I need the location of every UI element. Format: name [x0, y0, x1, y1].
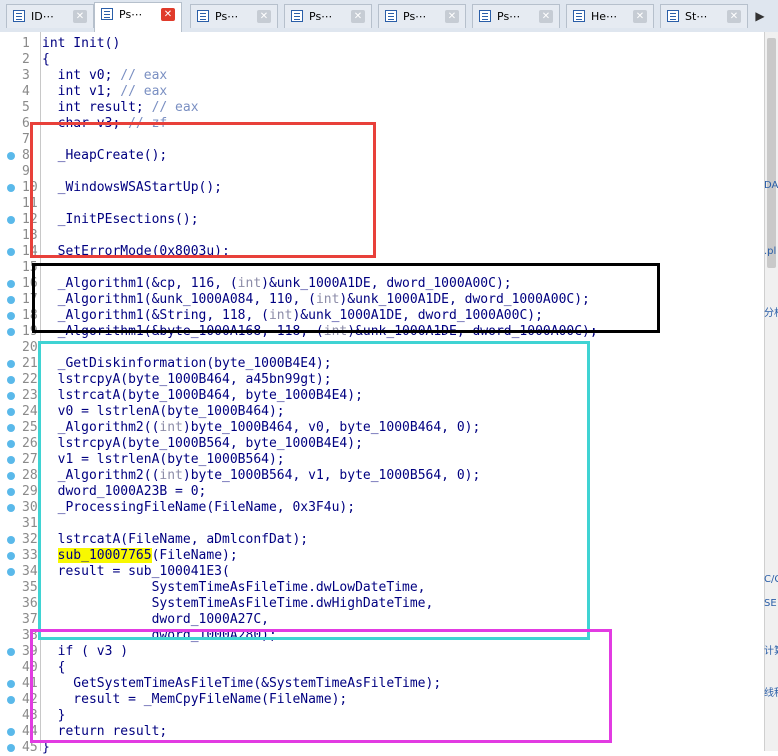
- document-icon: [13, 10, 25, 22]
- breakpoint-dot-icon[interactable]: [7, 296, 15, 304]
- line-number: 3: [22, 68, 30, 83]
- annotation-box-red: [30, 122, 376, 258]
- tab-0[interactable]: ID⋯ ✕: [6, 4, 94, 28]
- side-pane-fragment: DA: [764, 180, 778, 191]
- breakpoint-dot-icon[interactable]: [7, 456, 15, 464]
- close-icon[interactable]: ✕: [351, 10, 365, 23]
- code-text: int result; // eax: [42, 100, 199, 115]
- code-text: int v1; // eax: [42, 84, 168, 99]
- breakpoint-dot-icon[interactable]: [7, 312, 15, 320]
- tab-5[interactable]: Ps⋯ ✕: [472, 4, 560, 28]
- breakpoint-dot-icon[interactable]: [7, 184, 15, 192]
- code-line[interactable]: 2{: [0, 52, 760, 68]
- breakpoint-dot-icon[interactable]: [7, 376, 15, 384]
- breakpoint-dot-icon[interactable]: [7, 392, 15, 400]
- breakpoint-dot-icon[interactable]: [7, 440, 15, 448]
- document-icon: [479, 10, 491, 22]
- side-pane-fragment: SE: [764, 598, 777, 609]
- breakpoint-dot-icon[interactable]: [7, 504, 15, 512]
- line-number: 5: [22, 100, 30, 115]
- breakpoint-dot-icon[interactable]: [7, 216, 15, 224]
- document-icon: [101, 8, 113, 20]
- annotation-box-black: [32, 263, 660, 333]
- tab-label: Ps⋯: [309, 10, 333, 23]
- close-icon[interactable]: ✕: [539, 10, 553, 23]
- close-icon[interactable]: ✕: [633, 10, 647, 23]
- side-pane-fragment: 计算: [764, 646, 778, 657]
- tab-label: Ps⋯: [215, 10, 239, 23]
- side-pane-fragment: 线程: [764, 688, 778, 699]
- breakpoint-dot-icon[interactable]: [7, 696, 15, 704]
- code-line[interactable]: 3 int v0; // eax: [0, 68, 760, 84]
- breakpoint-dot-icon[interactable]: [7, 152, 15, 160]
- tab-label: Ps⋯: [497, 10, 521, 23]
- line-number: 1: [22, 36, 30, 51]
- code-text: int v0; // eax: [42, 68, 168, 83]
- breakpoint-dot-icon[interactable]: [7, 552, 15, 560]
- breakpoint-dot-icon[interactable]: [7, 648, 15, 656]
- tab-6[interactable]: He⋯ ✕: [566, 4, 654, 28]
- tab-scroll-right-icon[interactable]: ▶: [752, 8, 768, 24]
- tab-3[interactable]: Ps⋯ ✕: [284, 4, 372, 28]
- close-icon[interactable]: ✕: [73, 10, 87, 23]
- code-text: int Init(): [42, 36, 121, 51]
- breakpoint-dot-icon[interactable]: [7, 536, 15, 544]
- breakpoint-dot-icon[interactable]: [7, 424, 15, 432]
- breakpoint-dot-icon[interactable]: [7, 680, 15, 688]
- document-icon: [667, 10, 679, 22]
- close-icon[interactable]: ✕: [257, 10, 271, 23]
- code-text: {: [42, 52, 50, 67]
- breakpoint-dot-icon[interactable]: [7, 488, 15, 496]
- scrollbar-thumb[interactable]: [767, 38, 776, 268]
- tab-2[interactable]: Ps⋯ ✕: [190, 4, 278, 28]
- side-pane-fragment: .pl: [764, 246, 777, 257]
- line-number: 2: [22, 52, 30, 67]
- tab-7[interactable]: St⋯ ✕: [660, 4, 748, 28]
- tab-label: Ps⋯: [403, 10, 427, 23]
- breakpoint-dot-icon[interactable]: [7, 408, 15, 416]
- document-icon: [291, 10, 303, 22]
- side-pane-fragment: 分析: [764, 308, 778, 319]
- tab-label: ID⋯: [31, 10, 54, 23]
- document-icon: [385, 10, 397, 22]
- annotation-box-cyan: [38, 341, 590, 640]
- close-icon[interactable]: ✕: [161, 8, 175, 21]
- close-icon[interactable]: ✕: [727, 10, 741, 23]
- code-line[interactable]: 4 int v1; // eax: [0, 84, 760, 100]
- document-icon: [573, 10, 585, 22]
- tab-label: He⋯: [591, 10, 618, 23]
- breakpoint-dot-icon[interactable]: [7, 568, 15, 576]
- tab-4[interactable]: Ps⋯ ✕: [378, 4, 466, 28]
- tab-bar: ID⋯ ✕ Ps⋯ ✕ Ps⋯ ✕ Ps⋯ ✕ Ps⋯ ✕ Ps⋯ ✕ He⋯ ✕ St⋯ ✕: [0, 0, 778, 33]
- code-line[interactable]: 1 int Init(): [0, 36, 760, 52]
- code-line[interactable]: 5 int result; // eax: [0, 100, 760, 116]
- breakpoint-dot-icon[interactable]: [7, 360, 15, 368]
- line-number: 4: [22, 84, 30, 99]
- tab-label: St⋯: [685, 10, 708, 23]
- breakpoint-dot-icon[interactable]: [7, 280, 15, 288]
- breakpoint-dot-icon[interactable]: [7, 472, 15, 480]
- breakpoint-dot-icon[interactable]: [7, 728, 15, 736]
- breakpoint-dot-icon[interactable]: [7, 328, 15, 336]
- tab-1[interactable]: Ps⋯ ✕: [94, 2, 182, 32]
- side-pane-fragment: C/C: [764, 574, 778, 585]
- annotation-box-magenta: [30, 629, 612, 743]
- breakpoint-dot-icon[interactable]: [7, 248, 15, 256]
- tab-label: Ps⋯: [119, 8, 143, 21]
- document-icon: [197, 10, 209, 22]
- close-icon[interactable]: ✕: [445, 10, 459, 23]
